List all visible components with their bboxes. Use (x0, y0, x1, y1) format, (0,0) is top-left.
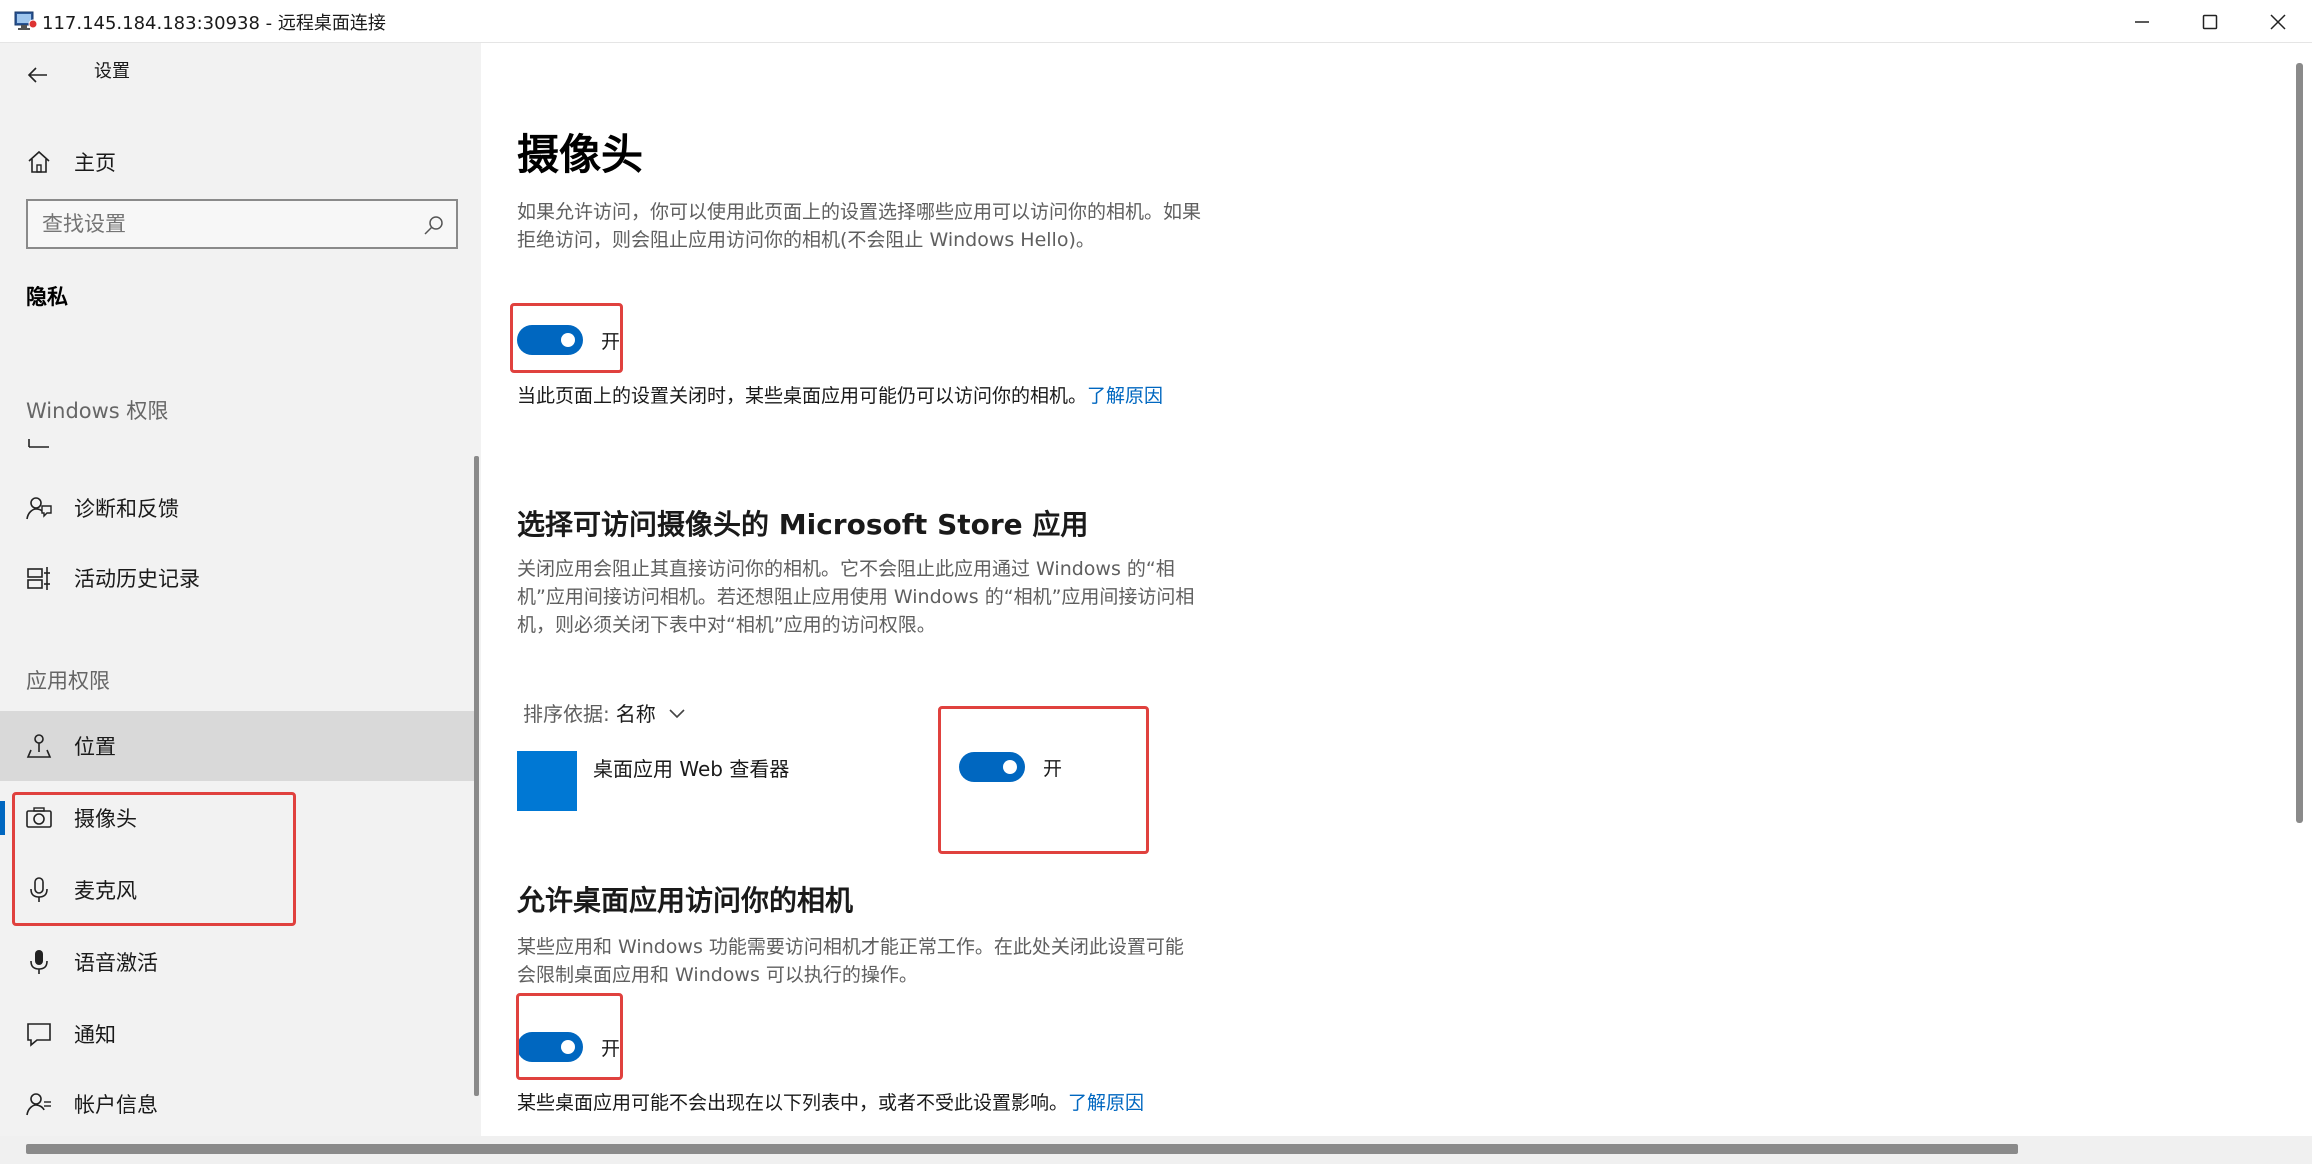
desktop-apps-note: 当此页面上的设置关闭时，某些桌面应用可能仍可以访问你的相机。了解原因 (517, 382, 1217, 410)
desktop-access-toggle[interactable] (517, 1032, 583, 1062)
sidebar-item-label: 诊断和反馈 (74, 497, 179, 521)
camera-access-toggle[interactable] (517, 325, 583, 355)
partial-icon (24, 429, 54, 455)
sidebar-item-label: 位置 (74, 735, 116, 759)
intro-description: 如果允许访问，你可以使用此页面上的设置选择哪些应用可以访问你的相机。如果拒绝访问… (517, 201, 1202, 251)
search-field[interactable] (26, 199, 458, 249)
back-button[interactable] (20, 57, 56, 93)
toggle-state-label: 开 (601, 331, 621, 353)
sidebar-item-label: 活动历史记录 (74, 567, 200, 591)
main-content: 摄像头 如果允许访问，你可以使用此页面上的设置选择哪些应用可以访问你的相机。如果… (481, 43, 2290, 1136)
sidebar-item-diagnostics[interactable]: 诊断和反馈 (0, 473, 476, 543)
desktop-apps-description: 某些应用和 Windows 功能需要访问相机才能正常工作。在此处关闭此设置可能会… (517, 936, 1184, 986)
toggle-knob (561, 333, 575, 347)
sidebar-item-home[interactable]: 主页 (0, 127, 476, 197)
toggle-state-label: 开 (1043, 758, 1063, 780)
sidebar-item-voice-activation[interactable]: 语音激活 (0, 927, 476, 997)
maximize-icon (2202, 14, 2218, 29)
app-tile-icon (517, 751, 577, 811)
sidebar-item-label: 主页 (74, 151, 116, 175)
sidebar-item-label: 摄像头 (74, 807, 137, 831)
sidebar-item-label: 通知 (74, 1023, 116, 1047)
sidebar-item-microphone[interactable]: 麦克风 (0, 855, 476, 925)
sidebar-scrollbar[interactable] (474, 456, 479, 1096)
account-icon (24, 1089, 54, 1119)
scrollbar-thumb[interactable] (2296, 63, 2303, 823)
store-apps-heading: 选择可访问摄像头的 Microsoft Store 应用 (517, 508, 1089, 541)
sidebar: 设置 主页 隐私 Windows 权限 诊断和反馈 活动历史记录 应用权限 位 (0, 43, 481, 1136)
page-title: 摄像头 (517, 130, 644, 179)
notification-icon (24, 1019, 54, 1049)
app-access-toggle[interactable] (959, 752, 1025, 782)
sidebar-item-label: 语音激活 (74, 951, 158, 975)
learn-why-link[interactable]: 了解原因 (1087, 385, 1163, 407)
section-title: 隐私 (26, 285, 68, 309)
sidebar-item-label: 麦克风 (74, 879, 137, 903)
sidebar-item-notifications[interactable]: 通知 (0, 999, 476, 1069)
sort-label: 排序依据: (523, 702, 610, 726)
note-text: 某些桌面应用可能不会出现在以下列表中，或者不受此设置影响。 (517, 1092, 1069, 1114)
back-arrow-icon (27, 67, 47, 83)
location-icon (24, 731, 54, 761)
toggle-knob (1003, 760, 1017, 774)
search-input[interactable] (42, 209, 402, 239)
minimize-button[interactable] (2108, 0, 2176, 43)
camera-icon (24, 803, 54, 833)
minimize-icon (2135, 20, 2149, 23)
learn-why-link[interactable]: 了解原因 (1068, 1092, 1144, 1114)
scrollbar-thumb[interactable] (26, 1144, 2018, 1154)
desktop-apps-list-note: 某些桌面应用可能不会出现在以下列表中，或者不受此设置影响。了解原因 (517, 1089, 1207, 1117)
search-icon (424, 216, 443, 235)
sidebar-item-camera[interactable]: 摄像头 (0, 783, 476, 853)
group-heading-app-permissions: 应用权限 (26, 669, 110, 693)
selection-indicator (0, 801, 5, 835)
title-bar: 117.145.184.183:30938 - 远程桌面连接 (0, 0, 2312, 43)
toggle-state-label: 开 (601, 1038, 621, 1060)
feedback-icon (24, 493, 54, 523)
remote-desktop-icon (14, 11, 38, 30)
store-apps-description: 关闭应用会阻止其直接访问你的相机。它不会阻止此应用通过 Windows 的“相机… (517, 558, 1195, 636)
sort-dropdown[interactable]: 排序依据: 名称 (523, 698, 686, 727)
close-icon (2270, 13, 2286, 30)
sort-value: 名称 (615, 702, 656, 726)
toggle-knob (561, 1040, 575, 1054)
sidebar-item-location[interactable]: 位置 (0, 711, 476, 781)
app-name: 桌面应用 Web 查看器 (593, 757, 790, 781)
sidebar-item-label: 帐户信息 (74, 1093, 158, 1117)
settings-title: 设置 (94, 61, 130, 82)
sidebar-item-account-info[interactable]: 帐户信息 (0, 1069, 476, 1136)
horizontal-scrollbar[interactable] (0, 1136, 2312, 1164)
sidebar-item-partial[interactable] (0, 429, 476, 455)
group-heading-windows-permissions: Windows 权限 (26, 399, 169, 423)
chevron-down-icon (668, 701, 686, 725)
microphone-icon (24, 875, 54, 905)
note-text: 当此页面上的设置关闭时，某些桌面应用可能仍可以访问你的相机。 (517, 385, 1088, 407)
maximize-button[interactable] (2176, 0, 2244, 43)
desktop-apps-heading: 允许桌面应用访问你的相机 (517, 884, 854, 917)
voice-icon (24, 947, 54, 977)
window-title: 117.145.184.183:30938 - 远程桌面连接 (42, 13, 386, 34)
sidebar-item-activity-history[interactable]: 活动历史记录 (0, 543, 476, 613)
timeline-icon (24, 563, 54, 593)
close-button[interactable] (2244, 0, 2312, 43)
main-vertical-scrollbar[interactable] (2290, 43, 2312, 1136)
home-icon (24, 147, 54, 177)
